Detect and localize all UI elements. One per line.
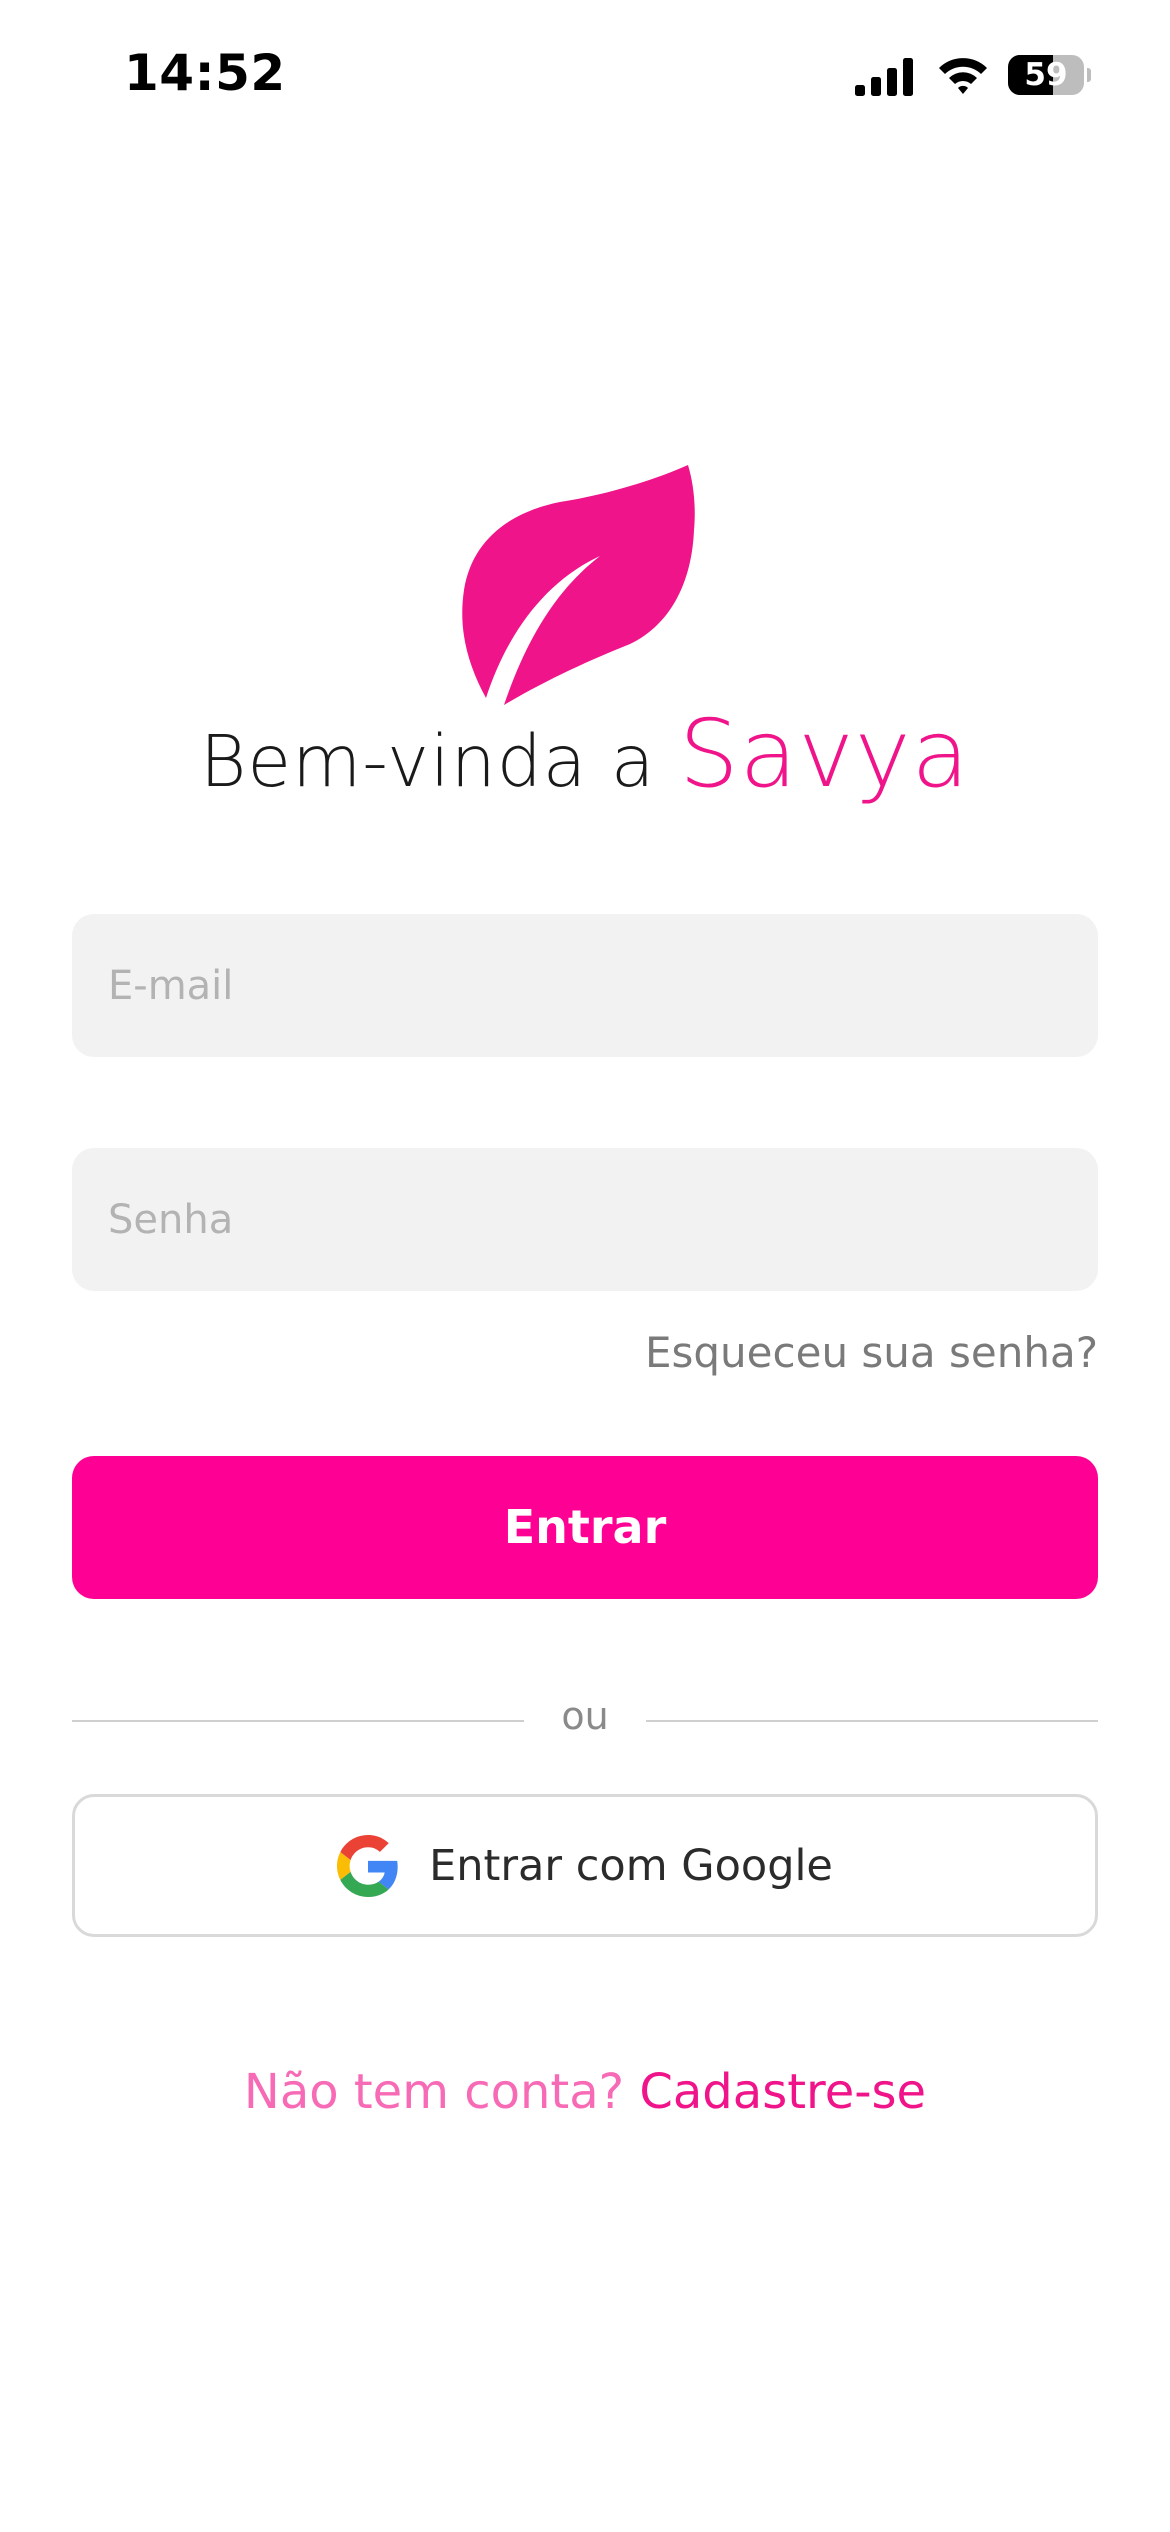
battery-icon: 59 — [1008, 55, 1091, 95]
google-g-icon — [337, 1834, 398, 1897]
status-time: 14:52 — [124, 44, 286, 102]
google-signin-button[interactable]: Entrar com Google — [72, 1794, 1098, 1937]
status-bar: 14:52 59 — [0, 0, 1170, 160]
signup-prompt: Não tem conta? — [243, 2064, 640, 2120]
battery-level: 59 — [1024, 57, 1068, 93]
battery-body: 59 — [1008, 55, 1084, 95]
login-button[interactable]: Entrar — [72, 1456, 1098, 1599]
leaf-logo-icon — [462, 465, 695, 705]
cellular-signal-icon — [855, 58, 913, 96]
divider-text: ou — [561, 1694, 609, 1738]
password-field[interactable] — [72, 1148, 1098, 1291]
wifi-icon — [939, 58, 987, 94]
divider-line-left — [72, 1720, 524, 1722]
welcome-heading: Bem-vinda a Savya — [0, 700, 1170, 809]
forgot-password-link[interactable]: Esqueceu sua senha? — [645, 1328, 1098, 1377]
welcome-text: Bem-vinda a — [199, 720, 679, 803]
battery-cap — [1087, 68, 1091, 82]
divider-line-right — [646, 1720, 1098, 1722]
signup-link[interactable]: Cadastre-se — [639, 2064, 926, 2120]
signup-row: Não tem conta? Cadastre-se — [0, 2064, 1170, 2120]
google-signin-label: Entrar com Google — [429, 1840, 833, 1891]
brand-name: Savya — [678, 700, 971, 809]
email-field[interactable] — [72, 914, 1098, 1057]
